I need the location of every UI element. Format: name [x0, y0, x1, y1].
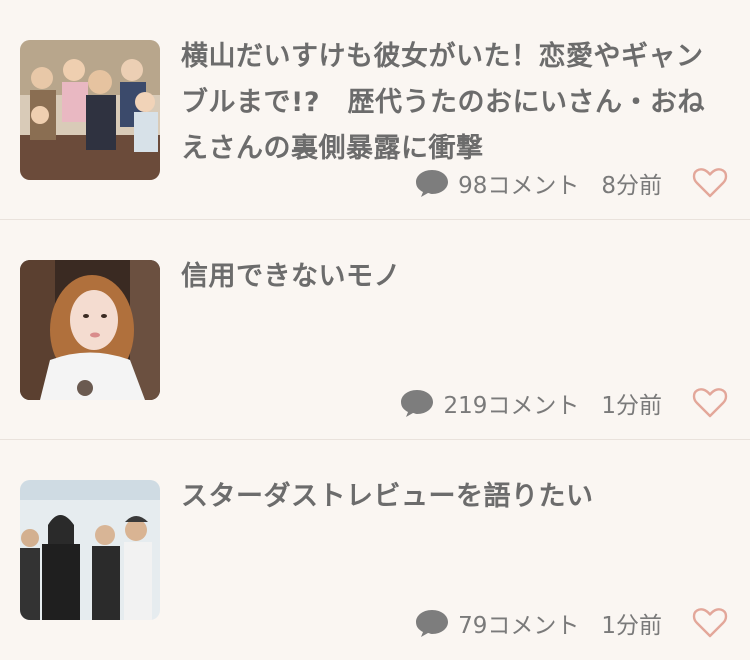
- group-photo-image: [20, 40, 160, 180]
- topic-meta: 98コメント 8分前: [414, 163, 728, 203]
- speech-bubble-icon: [416, 170, 449, 197]
- thumbnail-image[interactable]: [20, 40, 160, 180]
- heart-outline-icon[interactable]: [692, 167, 728, 199]
- speech-bubble-icon: [401, 390, 434, 417]
- speech-bubble-icon: [416, 610, 449, 637]
- topic-meta: 79コメント 1分前: [414, 603, 728, 643]
- heart-outline-icon[interactable]: [692, 387, 728, 419]
- posted-time: 1分前: [601, 393, 662, 419]
- topic-meta: 219コメント 1分前: [399, 383, 728, 423]
- topic-title[interactable]: 横山だいすけも彼女がいた！恋愛やギャンブルまで!? 歴代うたのおにいさん・おねえ…: [181, 34, 726, 172]
- posted-time: 8分前: [601, 173, 662, 199]
- posted-time: 1分前: [601, 613, 662, 639]
- topic-title[interactable]: スターダストレビューを語りたい: [181, 474, 726, 520]
- comment-count: 79コメント: [458, 613, 580, 639]
- list-item[interactable]: 信用できないモノ 219コメント 1分前: [0, 220, 750, 440]
- thumbnail-image[interactable]: [20, 260, 160, 400]
- thumbnail-image[interactable]: [20, 480, 160, 620]
- list-item[interactable]: 横山だいすけも彼女がいた！恋愛やギャンブルまで!? 歴代うたのおにいさん・おねえ…: [0, 0, 750, 220]
- band-group-image: [20, 480, 160, 620]
- heart-outline-icon[interactable]: [692, 607, 728, 639]
- comment-count: 219コメント: [443, 393, 580, 419]
- topic-title[interactable]: 信用できないモノ: [181, 254, 726, 300]
- woman-portrait-image: [20, 260, 160, 400]
- list-item[interactable]: スターダストレビューを語りたい 79コメント 1分前: [0, 440, 750, 660]
- topic-list: 横山だいすけも彼女がいた！恋愛やギャンブルまで!? 歴代うたのおにいさん・おねえ…: [0, 0, 750, 660]
- comment-count: 98コメント: [458, 173, 580, 199]
